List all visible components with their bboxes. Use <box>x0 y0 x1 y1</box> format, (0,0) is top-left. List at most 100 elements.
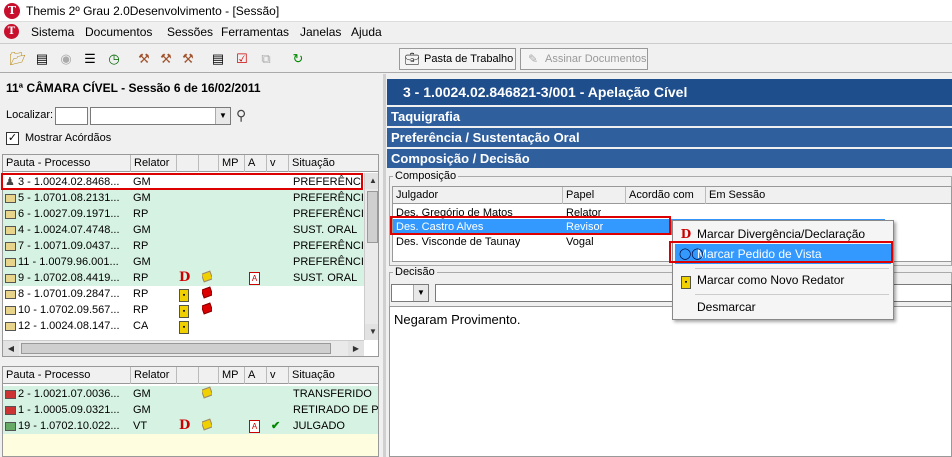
pauta-grid-header: Pauta - Processo Relator MP A v Situação <box>3 155 378 172</box>
horizontal-scrollbar[interactable]: ◀ ▶ <box>3 340 364 356</box>
section-composicao-decisao[interactable]: Composição / Decisão <box>387 149 952 168</box>
yellow-document-icon: ▪ <box>179 289 189 302</box>
gavel-2-icon[interactable]: ⚒ <box>156 49 176 69</box>
pasta-trabalho-button[interactable]: 💼︎ Pasta de Trabalho <box>399 48 516 70</box>
col-blank-2[interactable] <box>199 367 219 384</box>
table-row[interactable]: 1 - 1.0005.09.0321... GM RETIRADO DE PA <box>3 402 378 418</box>
row-situacao: SUST. ORAL <box>293 272 358 284</box>
hscroll-thumb[interactable] <box>21 343 331 354</box>
gavel-icon[interactable]: ⚒ <box>134 49 154 69</box>
search-icon[interactable]: ⚲ <box>236 107 246 124</box>
clock-icon[interactable]: ◷ <box>104 49 124 69</box>
col-situacao[interactable]: Situação <box>289 155 378 172</box>
table-row[interactable]: 7 - 1.0071.09.0437... RP PREFERÊNCI <box>3 238 378 254</box>
col-julgador[interactable]: Julgador <box>393 187 563 204</box>
menu-desmarcar[interactable]: Desmarcar <box>675 297 891 317</box>
relatorio-icon: A <box>249 420 260 433</box>
card-icon[interactable]: ▤ <box>32 49 52 69</box>
row-processo: 6 - 1.0027.09.1971... <box>18 208 120 220</box>
menu-sistema[interactable]: Sistema <box>31 25 74 39</box>
vertical-scrollbar[interactable]: ▲ ▼ <box>364 173 378 340</box>
red-book-icon <box>5 389 16 399</box>
col-v[interactable]: v <box>267 155 289 172</box>
lock-icon[interactable]: ◉ <box>56 49 76 69</box>
table-row[interactable]: 12 - 1.0024.08.147... CA ▪ <box>3 318 378 334</box>
table-row[interactable]: 2 - 1.0021.07.0036... GM TRANSFERIDO <box>3 386 378 402</box>
section-preferencia[interactable]: Preferência / Sustentação Oral <box>387 128 952 147</box>
gavels-icon[interactable]: ⚒ <box>178 49 198 69</box>
table-row[interactable]: 11 - 1.0079.96.001... GM PREFERÊNCI <box>3 254 378 270</box>
chevron-down-icon[interactable]: ▼ <box>215 108 230 124</box>
row-relator: RP <box>133 304 149 316</box>
row-relator: GM <box>133 224 151 236</box>
row-situacao: PREFERÊNCI <box>293 240 363 252</box>
table-row[interactable]: 4 - 1.0024.07.4748... GM SUST. ORAL <box>3 222 378 238</box>
table-row[interactable]: 9 - 1.0702.08.4419... RP D A SUST. ORAL <box>3 270 378 286</box>
scroll-up-icon[interactable]: ▲ <box>365 173 378 189</box>
scroll-thumb[interactable] <box>367 191 378 243</box>
col-situacao[interactable]: Situação <box>289 367 378 384</box>
col-blank-1[interactable] <box>177 155 199 172</box>
chevron-down-icon[interactable]: ▼ <box>413 285 428 301</box>
col-blank-2[interactable] <box>199 155 219 172</box>
menu-marcar-divergencia[interactable]: D Marcar Divergência/Declaração <box>675 224 891 244</box>
localizar-combo[interactable]: ▼ <box>90 107 231 125</box>
copy-icon[interactable]: ⧉ <box>256 49 276 69</box>
col-pauta[interactable]: Pauta - Processo <box>3 367 131 384</box>
table-row[interactable]: 19 - 1.0702.10.022... VT D A ✔ JULGADO <box>3 418 378 434</box>
col-relator[interactable]: Relator <box>131 367 177 384</box>
col-v[interactable]: v <box>267 367 289 384</box>
refresh-icon[interactable]: ↻ <box>288 49 308 69</box>
row-relator: RP <box>133 272 149 284</box>
menu-separator <box>695 294 889 295</box>
col-a[interactable]: A <box>245 367 267 384</box>
menu-janelas[interactable]: Janelas <box>300 25 341 39</box>
table-row[interactable]: ♟ 3 - 1.0024.02.8468... GM PREFERÊNCI <box>3 174 378 190</box>
mostrar-acordaos-row[interactable]: ✓ Mostrar Acórdãos <box>6 131 206 147</box>
assinar-documentos-button[interactable]: ✎ Assinar Documentos <box>520 48 648 70</box>
list-icon[interactable]: ☰ <box>80 49 100 69</box>
green-book-icon <box>5 421 16 431</box>
table-row[interactable]: 5 - 1.0701.08.2131... GM PREFERÊNCI <box>3 190 378 206</box>
open-folder-icon[interactable]: 📂︎ <box>8 49 28 69</box>
glasses-icon: ◯◯ <box>679 248 704 260</box>
decisao-textarea[interactable]: Negaram Provimento. <box>389 306 952 457</box>
mostrar-acordaos-checkbox[interactable]: ✓ <box>6 132 19 145</box>
decisao-combo[interactable]: ▼ <box>391 284 429 302</box>
table-row[interactable]: 8 - 1.0701.09.2847... RP ▪ <box>3 286 378 302</box>
row-relator: CA <box>133 320 149 332</box>
session-title: 11ª CÂMARA CÍVEL - Sessão 6 de 16/02/201… <box>6 81 261 95</box>
col-papel[interactable]: Papel <box>563 187 626 204</box>
menu-sessoes[interactable]: Sessões <box>167 25 213 39</box>
table-row[interactable]: 6 - 1.0027.09.1971... RP PREFERÊNCI <box>3 206 378 222</box>
scroll-left-icon[interactable]: ◀ <box>3 341 19 356</box>
localizar-prefix-input[interactable] <box>55 107 88 125</box>
app-menu-icon[interactable]: T <box>4 24 19 39</box>
table-row[interactable]: 10 - 1.0702.09.567... RP ▪ <box>3 302 378 318</box>
scroll-right-icon[interactable]: ▶ <box>348 341 364 356</box>
col-em-sessao[interactable]: Em Sessão <box>706 187 951 204</box>
book-icon <box>5 305 16 315</box>
red-note-icon <box>202 302 212 315</box>
col-mp[interactable]: MP <box>219 155 245 172</box>
menu-ajuda[interactable]: Ajuda <box>351 25 382 39</box>
scroll-down-icon[interactable]: ▼ <box>365 324 378 340</box>
menu-documentos[interactable]: Documentos <box>85 25 152 39</box>
col-a[interactable]: A <box>245 155 267 172</box>
menu-marcar-pedido-vista[interactable]: ◯◯ Marcar Pedido de Vista <box>675 244 891 264</box>
splitter[interactable] <box>383 74 386 457</box>
menu-ferramentas[interactable]: Ferramentas <box>221 25 289 39</box>
row-processo: 1 - 1.0005.09.0321... <box>18 404 120 416</box>
col-mp[interactable]: MP <box>219 367 245 384</box>
col-blank-1[interactable] <box>177 367 199 384</box>
document-check-icon[interactable]: ☑ <box>232 49 252 69</box>
row-processo: 10 - 1.0702.09.567... <box>18 304 120 316</box>
col-relator[interactable]: Relator <box>131 155 177 172</box>
col-acordao-com[interactable]: Acordão com <box>626 187 706 204</box>
section-taquigrafia[interactable]: Taquigrafia <box>387 107 952 126</box>
book-icon <box>5 289 16 299</box>
col-pauta[interactable]: Pauta - Processo <box>3 155 131 172</box>
document-icon[interactable]: ▤ <box>208 49 228 69</box>
processo-title-bar: 3 - 1.0024.02.846821-3/001 - Apelação Cí… <box>387 79 952 105</box>
menu-marcar-novo-redator[interactable]: ▪ Marcar como Novo Redator <box>675 270 891 290</box>
